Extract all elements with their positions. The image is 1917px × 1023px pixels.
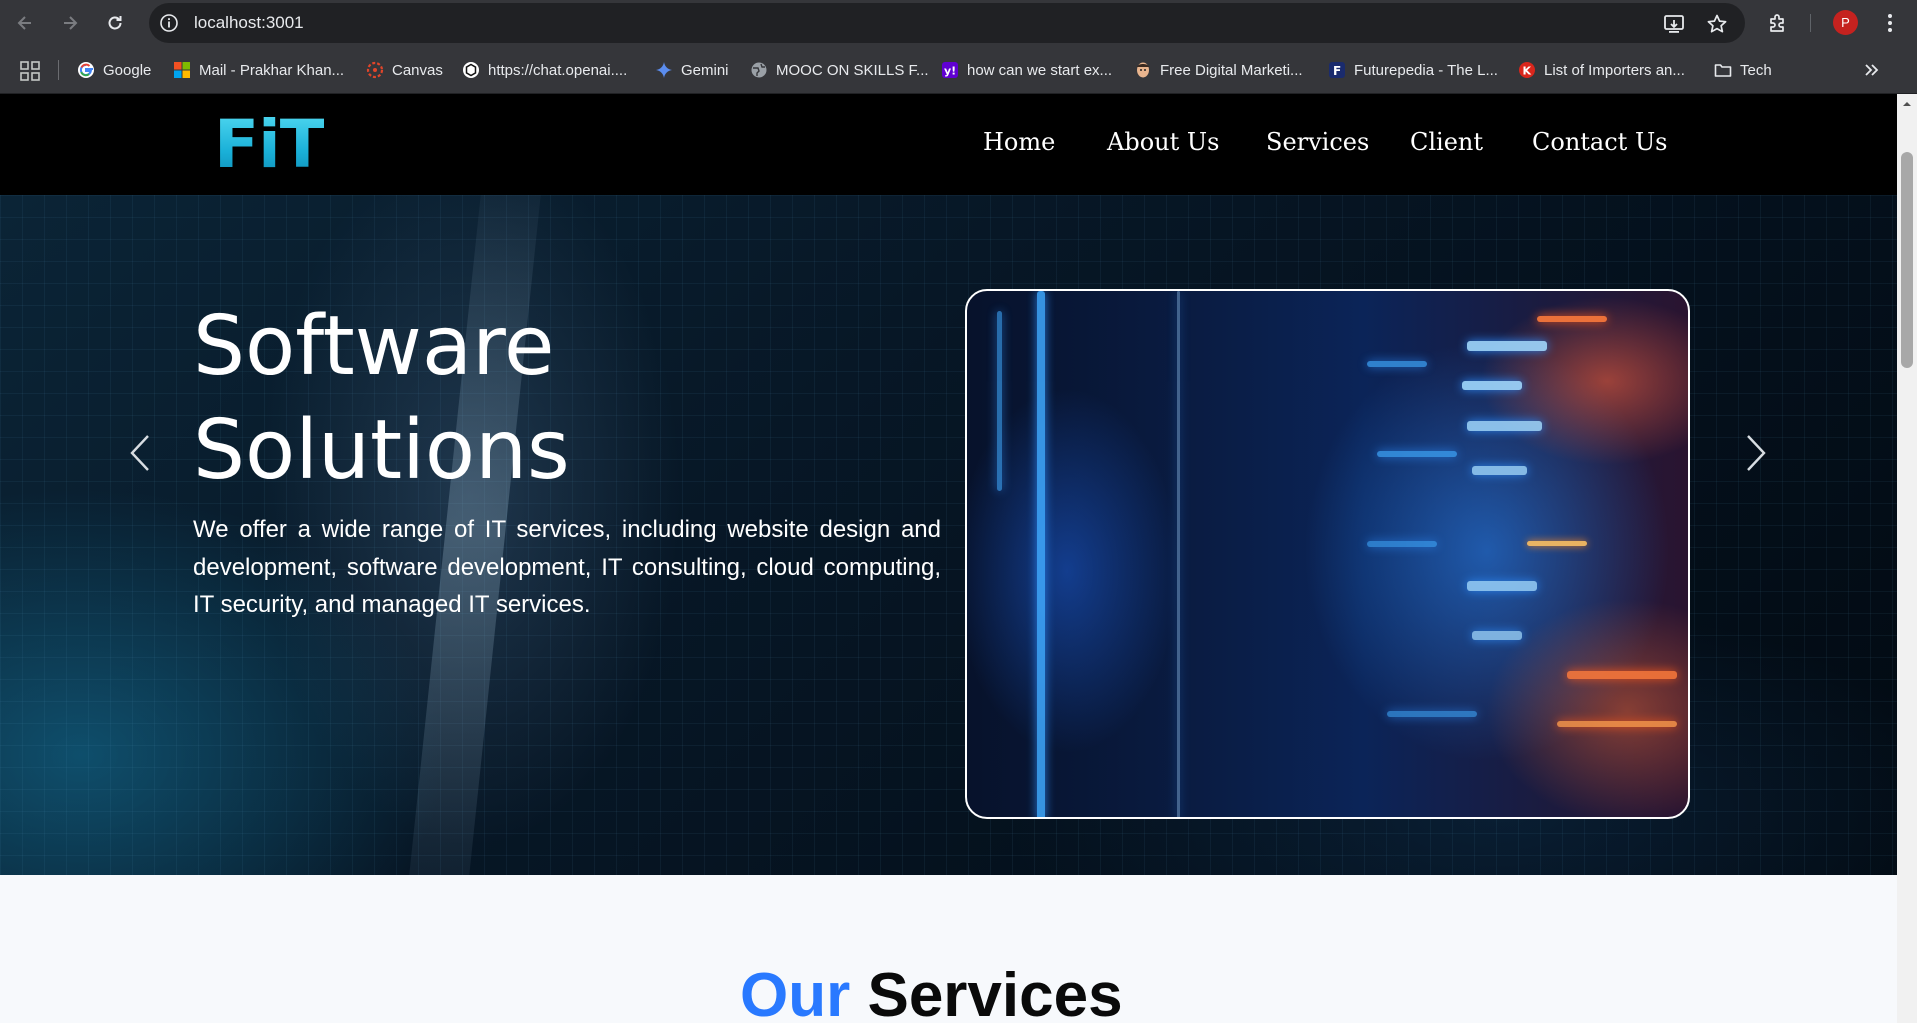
install-app-icon[interactable] [1663, 13, 1685, 35]
image-glow-decor [1037, 291, 1045, 817]
svg-text:y!: y! [944, 65, 956, 78]
image-glow-decor [997, 311, 1002, 491]
bookmark-label: how can we start ex... [967, 61, 1113, 79]
page-scrollbar[interactable] [1897, 94, 1917, 1023]
bookmarks-bar: Google Mail - Prakhar Khan... Canvas htt… [0, 46, 1917, 94]
services-heading-text: Services [867, 961, 1123, 1023]
nav-services[interactable]: Services [1266, 128, 1369, 156]
bookmark-gemini[interactable]: Gemini [655, 58, 729, 82]
bookmark-label: Google [103, 61, 152, 79]
bookmark-label: Futurepedia - The L... [1354, 61, 1498, 79]
openai-icon [462, 61, 480, 79]
image-glow-decor [1537, 316, 1607, 322]
bookmark-star-icon[interactable] [1706, 13, 1728, 35]
nav-client[interactable]: Client [1410, 128, 1483, 156]
site-header: FiT Home About Us Services Client Contac… [0, 94, 1897, 195]
bookmark-label: Gemini [681, 61, 729, 79]
bookmark-label: Free Digital Marketi... [1160, 61, 1303, 79]
image-glow-decor [1467, 341, 1547, 351]
site-logo[interactable]: FiT [214, 112, 325, 178]
folder-icon [1714, 61, 1732, 79]
image-glow-decor [1367, 361, 1427, 367]
image-glow-decor [1177, 291, 1180, 817]
bookmark-mail[interactable]: Mail - Prakhar Khan... [173, 58, 344, 82]
reload-button[interactable] [99, 7, 131, 39]
bookmark-digital-marketing[interactable]: Free Digital Marketi... [1134, 58, 1303, 82]
hero-title-line-2: Solutions [193, 403, 570, 498]
profile-avatar[interactable]: P [1833, 10, 1858, 35]
services-heading: Our Services [740, 961, 1123, 1023]
svg-text:K: K [1523, 65, 1532, 78]
image-glow-decor [1557, 721, 1677, 727]
k-icon: K [1518, 61, 1536, 79]
back-button[interactable] [9, 7, 41, 39]
nav-home[interactable]: Home [983, 128, 1055, 156]
image-glow-decor [1527, 541, 1587, 546]
bookmark-importers[interactable]: K List of Importers an... [1518, 58, 1685, 82]
futurepedia-icon: F [1328, 61, 1346, 79]
carousel-prev-icon[interactable] [128, 433, 152, 473]
bookmark-google[interactable]: Google [77, 58, 151, 82]
scroll-up-icon[interactable] [1903, 100, 1911, 108]
address-bar[interactable]: localhost:3001 [149, 3, 1745, 43]
svg-text:F: F [1333, 64, 1341, 78]
hero-title: Software Solutions [193, 295, 570, 503]
globe-icon [750, 61, 768, 79]
image-glow-decor [1472, 631, 1522, 640]
nav-about-us[interactable]: About Us [1107, 128, 1219, 156]
scrollbar-thumb[interactable] [1901, 152, 1913, 368]
apps-grid-icon[interactable] [20, 61, 40, 81]
site-info-icon[interactable] [159, 13, 179, 33]
bookmark-label: MOOC ON SKILLS F... [776, 61, 929, 79]
bookmark-yahoo[interactable]: y! how can we start ex... [941, 58, 1112, 82]
bookmark-folder-tech[interactable]: Tech [1714, 58, 1772, 82]
hero-description: We offer a wide range of IT services, in… [193, 516, 941, 618]
toolbar-divider [1810, 14, 1811, 32]
back-arrow-icon [17, 16, 31, 30]
services-heading-accent: Our [740, 961, 851, 1023]
gemini-icon [655, 61, 673, 79]
browser-toolbar: localhost:3001 P [0, 0, 1917, 46]
image-glow-decor [1467, 581, 1537, 591]
forward-button[interactable] [54, 7, 86, 39]
google-icon [77, 61, 95, 79]
image-glow-decor [1377, 451, 1457, 457]
nav-contact-us[interactable]: Contact Us [1532, 128, 1667, 156]
url-text[interactable]: localhost:3001 [194, 13, 304, 33]
image-glow-decor [1387, 711, 1477, 717]
forward-arrow-icon [64, 16, 78, 30]
image-glow-decor [1567, 671, 1677, 679]
hero-image-code-screen [965, 289, 1690, 819]
reload-icon [108, 16, 122, 30]
carousel-next-icon[interactable] [1744, 433, 1768, 473]
bookmark-label: Canvas [392, 61, 443, 79]
microsoft-icon [173, 61, 191, 79]
avatar-icon [1134, 61, 1152, 79]
image-glow-decor [1462, 381, 1522, 390]
bookmark-label: Tech [1740, 61, 1772, 79]
page-viewport: FiT Home About Us Services Client Contac… [0, 94, 1897, 1023]
canvas-icon [366, 61, 384, 79]
image-glow-decor [1467, 421, 1542, 431]
bookmark-mooc[interactable]: MOOC ON SKILLS F... [750, 58, 929, 82]
more-menu-icon[interactable] [1880, 11, 1900, 35]
bookmark-label: https://chat.openai.... [488, 61, 628, 79]
extensions-icon[interactable] [1767, 12, 1789, 34]
bookmark-label: Mail - Prakhar Khan... [199, 61, 345, 79]
bookmark-label: List of Importers an... [1544, 61, 1685, 79]
bookmarks-divider [58, 60, 59, 80]
bookmark-openai[interactable]: https://chat.openai.... [462, 58, 627, 82]
bookmark-canvas[interactable]: Canvas [366, 58, 443, 82]
image-glow-decor [1472, 466, 1527, 475]
hero-title-line-1: Software [193, 299, 555, 394]
bookmark-futurepedia[interactable]: F Futurepedia - The L... [1328, 58, 1498, 82]
image-glow-decor [1367, 541, 1437, 547]
yahoo-icon: y! [941, 61, 959, 79]
chevron-double-right-icon[interactable] [1862, 60, 1882, 80]
